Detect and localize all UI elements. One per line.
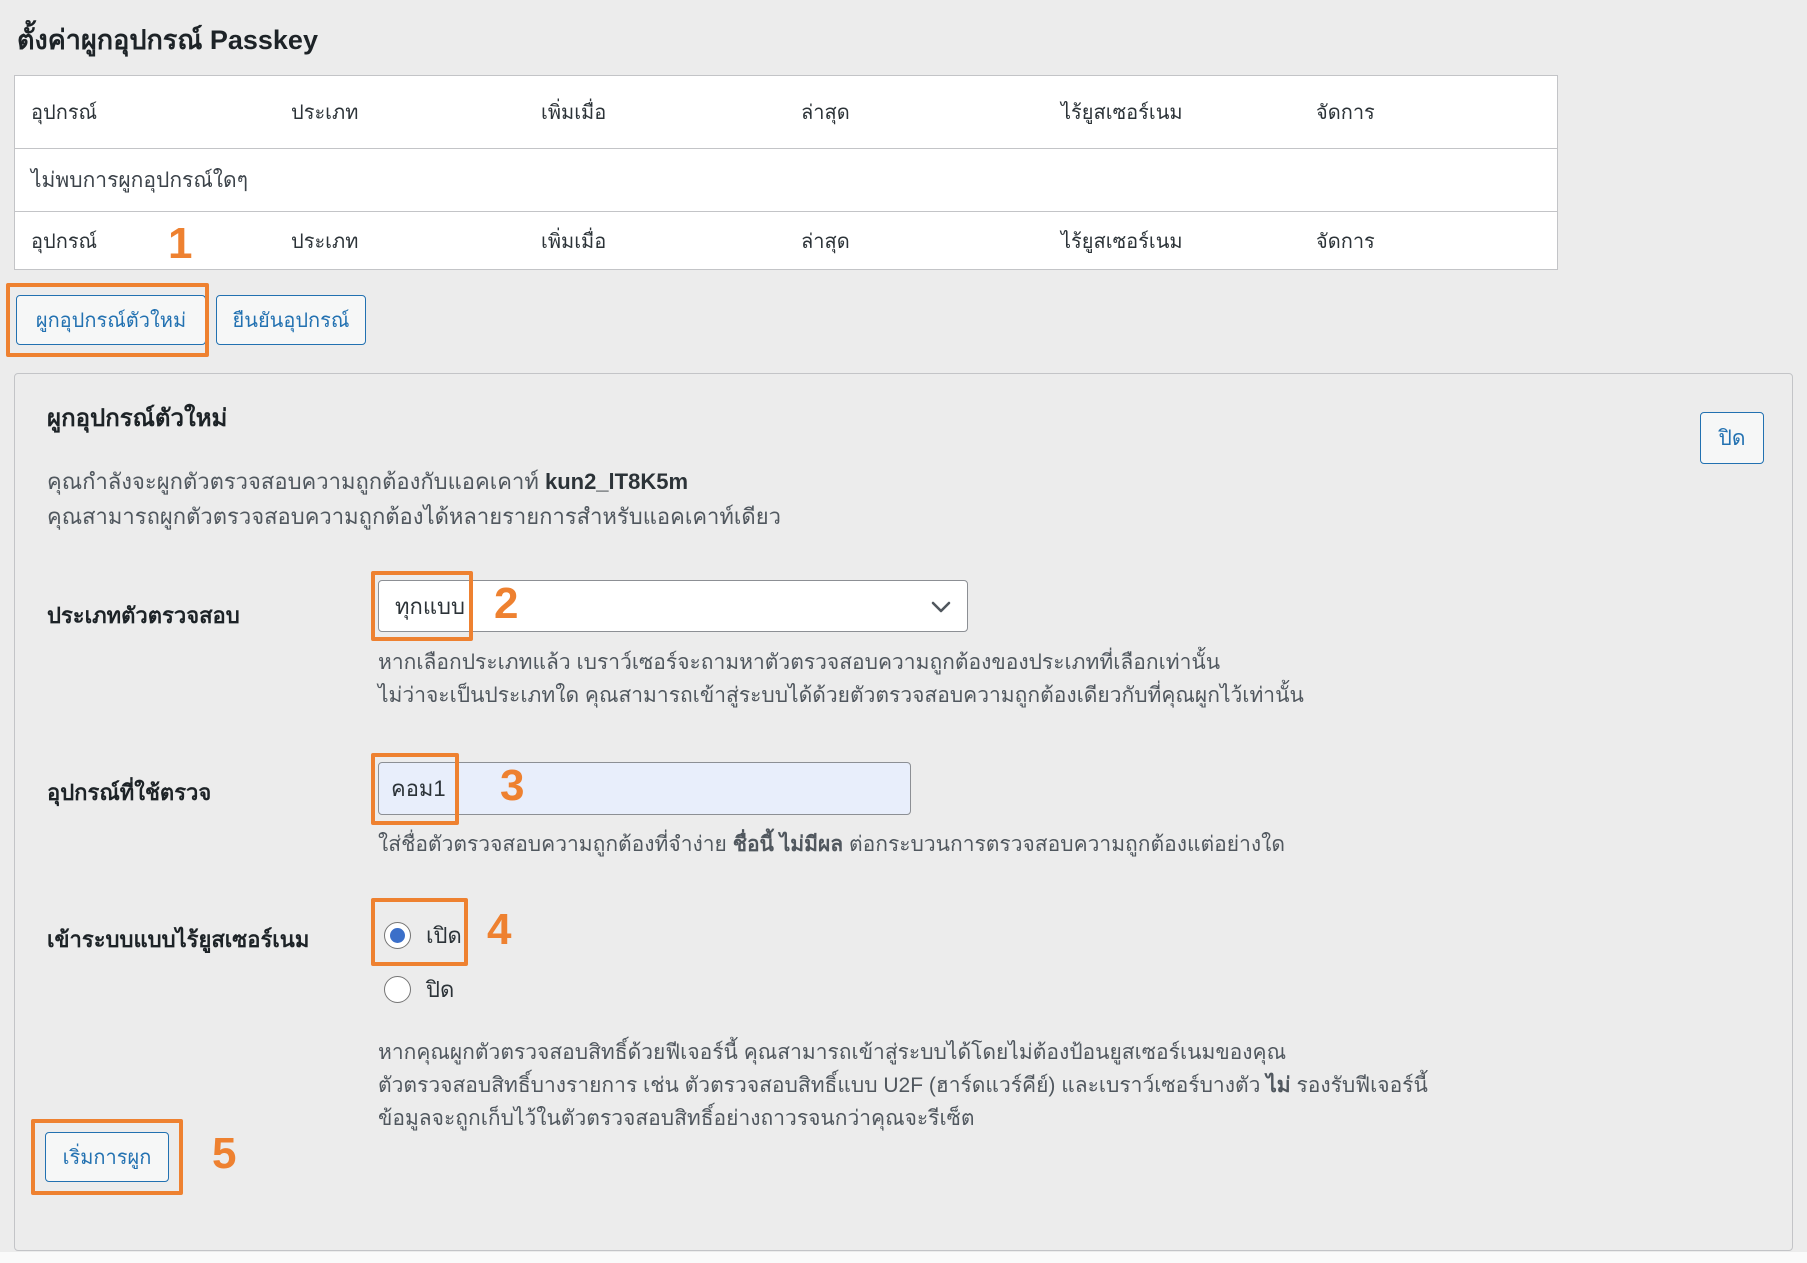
device-name-label: อุปกรณ์ที่ใช้ตรวจ	[47, 775, 211, 810]
footer-header-added: เพิ่มเมื่อ	[525, 225, 785, 257]
radio-selected-icon[interactable]	[384, 922, 411, 949]
panel-title: ผูกอุปกรณ์ตัวใหม่	[47, 398, 227, 437]
authenticator-type-label: ประเภทตัวตรวจสอบ	[47, 598, 240, 633]
footer-header-device: อุปกรณ์	[15, 225, 275, 257]
bottom-strip	[0, 1252, 1807, 1263]
register-new-device-button[interactable]: ผูกอุปกรณ์ตัวใหม่	[16, 295, 206, 345]
usernameless-help-line-1: หากคุณผูกตัวตรวจสอบสิทธิ์ด้วยฟีเจอร์นี้ …	[378, 1036, 1428, 1069]
name-help-suffix: ต่อกระบวนการตรวจสอบความถูกต้องแต่อย่างใด	[843, 833, 1285, 856]
empty-devices-message: ไม่พบการผูกอุปกรณ์ใดๆ	[15, 164, 248, 197]
authenticator-type-help: หากเลือกประเภทแล้ว เบราว์เซอร์จะถามหาตัว…	[378, 646, 1304, 712]
type-help-line-2: ไม่ว่าจะเป็นประเภทใด คุณสามารถเข้าสู่ระบ…	[378, 679, 1304, 712]
chevron-down-icon	[931, 593, 951, 619]
panel-intro: คุณกำลังจะผูกตัวตรวจสอบความถูกต้องกับแอค…	[47, 464, 781, 534]
column-header-last-used: ล่าสุด	[785, 96, 1045, 128]
column-header-device: อุปกรณ์	[15, 96, 275, 128]
selected-option-label: ทุกแบบ	[395, 589, 465, 624]
type-help-line-1: หากเลือกประเภทแล้ว เบราว์เซอร์จะถามหาตัว…	[378, 646, 1304, 679]
start-binding-button[interactable]: เริ่มการผูก	[45, 1132, 169, 1182]
usernameless-on-label: เปิด	[426, 918, 462, 953]
authenticator-type-select[interactable]: ทุกแบบ	[378, 580, 968, 632]
usernameless-help-line-3: ข้อมูลจะถูกเก็บไว้ในตัวตรวจสอบสิทธิ์อย่า…	[378, 1102, 1428, 1135]
footer-header-usernameless: ไร้ยูสเซอร์เนม	[1045, 225, 1300, 257]
usernameless-help-line-2-bold: ไม่	[1266, 1074, 1290, 1097]
radio-unselected-icon[interactable]	[384, 976, 411, 1003]
footer-header-type: ประเภท	[275, 225, 525, 257]
column-header-manage: จัดการ	[1300, 96, 1557, 128]
usernameless-login-label: เข้าระบบแบบไร้ยูสเซอร์เนม	[47, 922, 309, 957]
column-header-usernameless: ไร้ยูสเซอร์เนม	[1045, 96, 1300, 128]
usernameless-help-line-2: ตัวตรวจสอบสิทธิ์บางรายการ เช่น ตัวตรวจสอ…	[378, 1069, 1428, 1102]
intro-line-2: คุณสามารถผูกตัวตรวจสอบความถูกต้องได้หลาย…	[47, 499, 781, 534]
name-help-bold: ชื่อนี้ ไม่มีผล	[733, 833, 843, 856]
usernameless-off-radio[interactable]: ปิด	[384, 972, 454, 1007]
footer-header-manage: จัดการ	[1300, 225, 1557, 257]
table-empty-row: ไม่พบการผูกอุปกรณ์ใดๆ	[15, 148, 1557, 212]
close-panel-button[interactable]: ปิด	[1700, 412, 1764, 464]
table-header-row: อุปกรณ์ ประเภท เพิ่มเมื่อ ล่าสุด ไร้ยูสเ…	[15, 76, 1557, 148]
device-name-help: ใส่ชื่อตัวตรวจสอบความถูกต้องที่จำง่าย ชื…	[378, 828, 1285, 861]
intro-line-1: คุณกำลังจะผูกตัวตรวจสอบความถูกต้องกับแอค…	[47, 464, 781, 499]
column-header-type: ประเภท	[275, 96, 525, 128]
verify-device-button[interactable]: ยืนยันอุปกรณ์	[216, 295, 366, 345]
column-header-added: เพิ่มเมื่อ	[525, 96, 785, 128]
table-footer-row: อุปกรณ์ ประเภท เพิ่มเมื่อ ล่าสุด ไร้ยูสเ…	[15, 212, 1557, 269]
intro-line-1-text: คุณกำลังจะผูกตัวตรวจสอบความถูกต้องกับแอค…	[47, 469, 545, 494]
name-help-prefix: ใส่ชื่อตัวตรวจสอบความถูกต้องที่จำง่าย	[378, 833, 733, 856]
account-name: kun2_lT8K5m	[545, 469, 688, 494]
device-name-input[interactable]	[378, 762, 911, 815]
usernameless-help-line-2-prefix: ตัวตรวจสอบสิทธิ์บางรายการ เช่น ตัวตรวจสอ…	[378, 1074, 1266, 1097]
footer-header-last-used: ล่าสุด	[785, 225, 1045, 257]
usernameless-help: หากคุณผูกตัวตรวจสอบสิทธิ์ด้วยฟีเจอร์นี้ …	[378, 1036, 1428, 1135]
usernameless-on-radio[interactable]: เปิด	[384, 918, 462, 953]
passkey-devices-table: อุปกรณ์ ประเภท เพิ่มเมื่อ ล่าสุด ไร้ยูสเ…	[14, 75, 1558, 270]
usernameless-off-label: ปิด	[426, 972, 454, 1007]
usernameless-help-line-2-suffix: รองรับฟีเจอร์นี้	[1291, 1074, 1428, 1097]
page-title: ตั้งค่าผูกอุปกรณ์ Passkey	[17, 18, 318, 61]
